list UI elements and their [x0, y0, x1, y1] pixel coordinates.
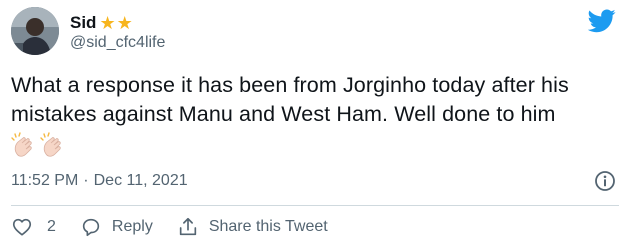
name-badges: ★ ★ — [98, 14, 132, 32]
reply-button[interactable]: Reply — [80, 216, 153, 238]
tweet-card: Sid ★ ★ @sid_cfc4life What a response it… — [0, 0, 630, 245]
clapping-hands-icon — [40, 132, 61, 157]
author-handle[interactable]: @sid_cfc4life — [70, 34, 165, 52]
twitter-bird-icon[interactable] — [588, 9, 616, 33]
tweet-actions: 2 Reply Share this Tweet — [11, 214, 352, 240]
tweet-time[interactable]: 11:52 PM — [11, 172, 78, 190]
heart-icon — [12, 218, 32, 236]
reply-icon — [82, 218, 100, 237]
tweet-text-line: What a response it has been from Jorginh… — [11, 73, 569, 97]
emoji-row — [11, 132, 66, 158]
like-button[interactable]: 2 — [11, 216, 56, 238]
display-name[interactable]: Sid — [70, 13, 96, 33]
tweet-date[interactable]: Dec 11, 2021 — [94, 172, 188, 190]
share-label: Share this Tweet — [208, 218, 328, 235]
share-icon — [179, 217, 196, 236]
info-icon[interactable] — [594, 170, 616, 192]
star-icon: ★ — [116, 13, 133, 33]
tweet-timestamp[interactable]: 11:52 PM · Dec 11, 2021 — [11, 172, 188, 190]
avatar[interactable] — [11, 7, 59, 55]
star-icon: ★ — [99, 13, 116, 33]
share-button[interactable]: Share this Tweet — [177, 216, 328, 238]
tweet-text: What a response it has been from Jorginh… — [11, 71, 621, 129]
author-name-row: Sid ★ ★ — [70, 12, 133, 34]
reply-label: Reply — [111, 218, 153, 235]
divider — [11, 205, 619, 206]
tweet-text-line: mistakes against Manu and West Ham. Well… — [11, 102, 556, 126]
clapping-hands-icon — [11, 132, 32, 157]
meta-separator: · — [83, 172, 89, 189]
like-count: 2 — [47, 218, 56, 235]
